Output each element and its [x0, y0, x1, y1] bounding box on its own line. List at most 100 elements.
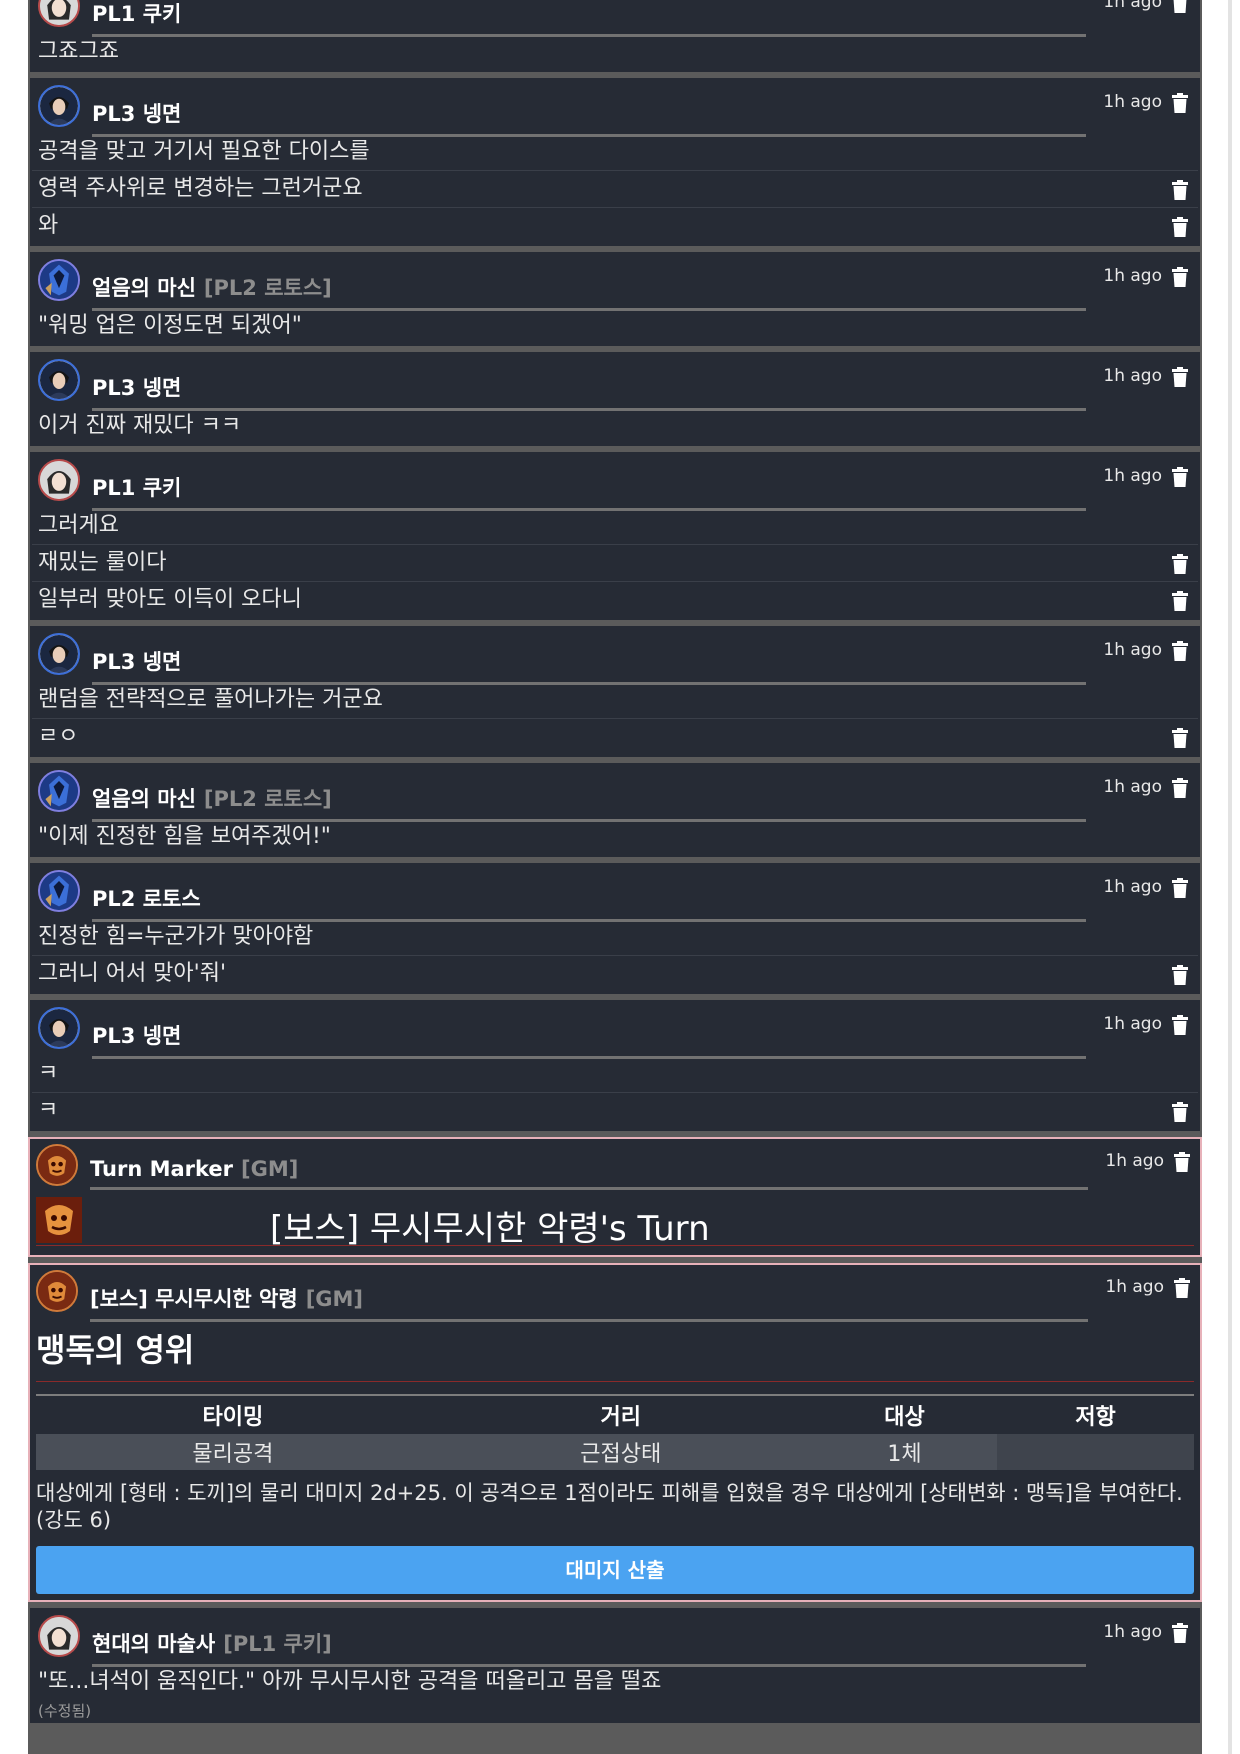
scrollbar[interactable]	[1228, 0, 1232, 1754]
skill-cell-range: 근접상태	[429, 1434, 812, 1470]
chat-message: PL1 쿠키 1h ago 그죠그죠	[30, 0, 1200, 72]
skill-cell-resist	[997, 1434, 1194, 1470]
trash-icon[interactable]	[1172, 467, 1188, 487]
message-line: "또...녀석이 움직인다." 아까 무시무시한 공격을 떠올리고 몸을 떨죠	[38, 1669, 662, 1694]
sender-tag: [PL2 로토스]	[203, 787, 332, 811]
message-line: 재밌는 룰이다	[32, 544, 1198, 581]
message-text: 이거 진짜 재밌다 ㅋㅋ	[38, 413, 242, 438]
trash-icon[interactable]	[1172, 367, 1188, 387]
chat-message: 얼음의 마신 [PL2 로토스] 1h ago "이제 진정한 힘을 보여주겠어!"	[30, 763, 1200, 857]
trash-icon[interactable]	[1172, 180, 1188, 200]
chat-message: PL2 로토스 1h ago 진정한 힘=누군가가 맞아야함 그러니 어서 맞아'줘'	[30, 863, 1200, 994]
trash-icon[interactable]	[1172, 554, 1188, 574]
message-text: "이제 진정한 힘을 보여주겠어!"	[38, 824, 331, 849]
message-header: 얼음의 마신 [PL2 로토스] 1h ago	[32, 254, 1198, 311]
timestamp: 1h ago	[1103, 92, 1162, 112]
sender-tag: [GM]	[305, 1287, 364, 1311]
trash-icon[interactable]	[1172, 1623, 1188, 1643]
trash-icon[interactable]	[1174, 1278, 1190, 1298]
skill-header-resist: 저항	[1075, 1405, 1116, 1430]
knight-avatar	[38, 259, 80, 301]
sender-name: PL3 넹면	[92, 98, 1086, 137]
turn-marker-message: Turn Marker [GM] 1h ago [보스] 무시무시한 악령's T…	[28, 1137, 1202, 1257]
skill-description: 대상에게 [형태 : 도끼]의 물리 대미지 2d+25. 이 공격으로 1점이…	[36, 1481, 1183, 1532]
chat-message: PL3 넹면 1h ago ㅋㅋ	[30, 1000, 1200, 1131]
trash-icon[interactable]	[1172, 965, 1188, 985]
message-line: "워밍 업은 이정도면 되겠어"	[32, 308, 1198, 344]
message-text: 일부러 맞아도 이득이 오다니	[38, 587, 302, 612]
message-header: [보스] 무시무시한 악령 [GM] 1h ago	[30, 1265, 1200, 1322]
sender-name: 얼음의 마신 [PL2 로토스]	[92, 272, 1086, 311]
skill-header-target: 대상	[884, 1405, 925, 1430]
message-header: Turn Marker [GM] 1h ago	[30, 1139, 1200, 1193]
trash-icon[interactable]	[1172, 728, 1188, 748]
message-text: 재밌는 룰이다	[38, 550, 167, 575]
message-line: 공격을 맞고 거기서 필요한 다이스를	[32, 134, 1198, 170]
message-header: PL3 넹면 1h ago	[32, 1002, 1198, 1059]
timestamp: 1h ago	[1103, 366, 1162, 386]
trash-icon[interactable]	[1172, 878, 1188, 898]
skill-cell-target: 1체	[811, 1434, 998, 1470]
avatar	[38, 1615, 80, 1657]
message-line: 와	[32, 207, 1198, 244]
sender-name: 현대의 마술사 [PL1 쿠키]	[92, 1628, 1086, 1667]
sender-name: PL3 넹면	[92, 646, 1086, 685]
trash-icon[interactable]	[1172, 1102, 1188, 1122]
sender-tag: [GM]	[241, 1157, 299, 1181]
message-text: 그죠그죠	[38, 39, 119, 64]
timestamp: 1h ago	[1103, 640, 1162, 660]
skill-header-timing: 타이밍	[202, 1405, 264, 1430]
trash-icon[interactable]	[1172, 0, 1188, 13]
timestamp: 1h ago	[1103, 1622, 1162, 1642]
message-header: PL1 쿠키 1h ago	[32, 0, 1198, 37]
man-avatar	[38, 359, 80, 401]
demon-portrait	[36, 1197, 82, 1243]
timestamp: 1h ago	[1105, 1151, 1164, 1171]
trash-icon[interactable]	[1172, 591, 1188, 611]
man-avatar	[38, 633, 80, 675]
message-header: PL1 쿠키 1h ago	[32, 454, 1198, 511]
chat-message: PL3 넹면 1h ago 이거 진짜 재밌다 ㅋㅋ	[30, 352, 1200, 446]
trash-icon[interactable]	[1172, 1015, 1188, 1035]
timestamp: 1h ago	[1103, 777, 1162, 797]
chat-message: PL3 넹면 1h ago 랜덤을 전략적으로 풀어나가는 거군요 ㄹㅇ	[30, 626, 1200, 757]
trash-icon[interactable]	[1172, 217, 1188, 237]
chat-message: PL1 쿠키 1h ago 그러게요재밌는 룰이다일부러 맞아도 이득이 오다니	[30, 452, 1200, 620]
message-line: 일부러 맞아도 이득이 오다니	[32, 581, 1198, 618]
trash-icon[interactable]	[1172, 93, 1188, 113]
edited-label: (수정됨)	[38, 1702, 92, 1720]
trash-icon[interactable]	[1172, 778, 1188, 798]
skill-table: 타이밍 거리 대상 저항 물리공격 근접상태 1체	[36, 1394, 1194, 1470]
message-text: 그러게요	[38, 513, 119, 538]
trash-icon[interactable]	[1174, 1152, 1190, 1172]
damage-roll-button[interactable]: 대미지 산출	[36, 1546, 1194, 1594]
skill-title: 맹독의 영위	[36, 1319, 1194, 1382]
timestamp: 1h ago	[1103, 266, 1162, 286]
skill-card-message: [보스] 무시무시한 악령 [GM] 1h ago 맹독의 영위 타이밍 거리 대…	[28, 1263, 1202, 1602]
sender-name: PL3 넹면	[92, 1020, 1086, 1059]
timestamp: 1h ago	[1105, 1277, 1164, 1297]
message-line: 랜덤을 전략적으로 풀어나가는 거군요	[32, 682, 1198, 718]
trash-icon[interactable]	[1172, 641, 1188, 661]
message-line: ㅋ	[32, 1056, 1198, 1092]
message-line: ㅋ	[32, 1092, 1198, 1129]
timestamp: 1h ago	[1103, 466, 1162, 486]
turn-text: [보스] 무시무시한 악령's Turn	[270, 1209, 710, 1249]
chat-message: PL3 넹면 1h ago 공격을 맞고 거기서 필요한 다이스를 영력 주사위로 변…	[30, 78, 1200, 246]
demon-avatar	[36, 1270, 78, 1312]
divider	[36, 1245, 1194, 1246]
trash-icon[interactable]	[1172, 267, 1188, 287]
message-line: 진정한 힘=누군가가 맞아야함	[32, 919, 1198, 955]
message-header: 얼음의 마신 [PL2 로토스] 1h ago	[32, 765, 1198, 822]
message-text: ㄹㅇ	[38, 724, 79, 749]
timestamp: 1h ago	[1103, 1014, 1162, 1034]
message-line: 그러니 어서 맞아'줘'	[32, 955, 1198, 992]
message-list: PL1 쿠키 1h ago 그죠그죠 PL3 넹면 1h ago 공격을 맞고 거기서 필…	[28, 0, 1202, 1131]
timestamp: 1h ago	[1103, 877, 1162, 897]
skill-header-range: 거리	[600, 1405, 642, 1430]
sender-tag: [PL2 로토스]	[203, 276, 332, 300]
sender-name: PL1 쿠키	[92, 472, 1086, 511]
sender-name: PL3 넹면	[92, 372, 1086, 411]
sender-name: PL2 로토스	[92, 883, 1086, 922]
message-line: 그죠그죠	[32, 34, 1198, 70]
